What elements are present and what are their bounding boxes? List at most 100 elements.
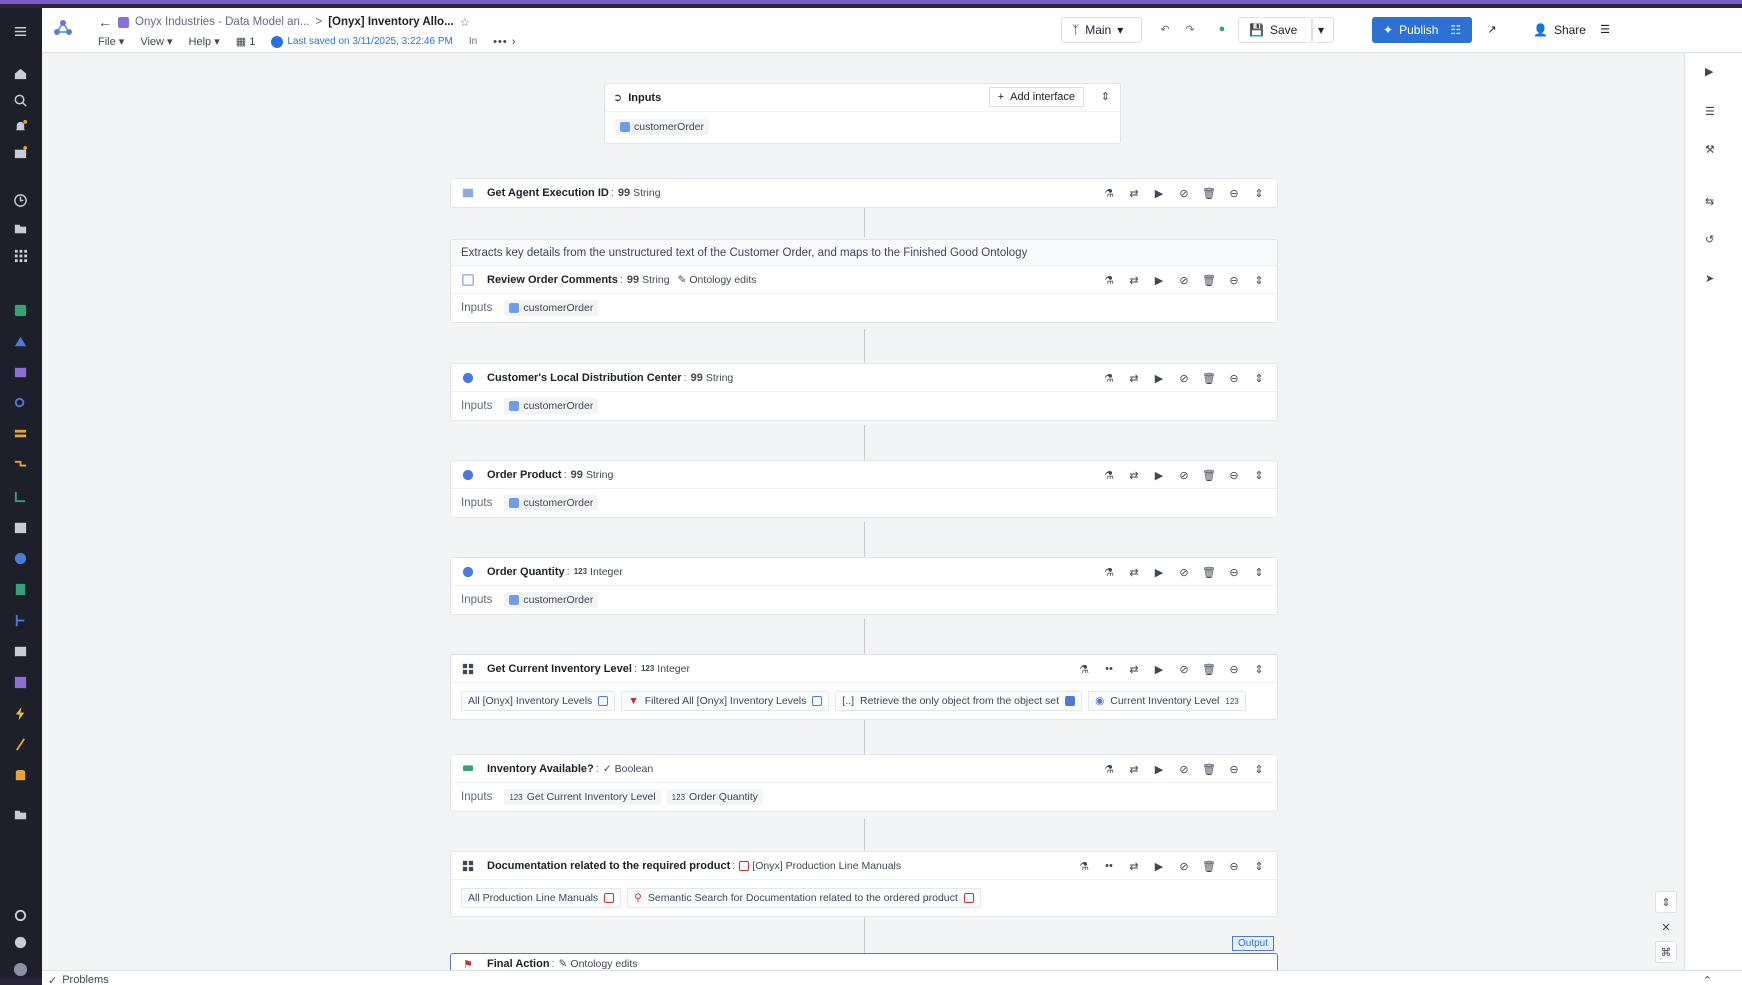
swap-icon[interactable]: ⇄	[1126, 272, 1142, 288]
app-purple-icon[interactable]	[11, 363, 29, 381]
swap-icon[interactable]: ⇄	[1126, 761, 1142, 777]
test-flask-icon[interactable]: ⚗	[1101, 761, 1117, 777]
input-chip[interactable]: 123 Get Current Inventory Level	[504, 789, 661, 805]
input-chip-customerorder[interactable]: customerOrder	[615, 119, 710, 135]
swap-icon[interactable]: ⇄	[1126, 185, 1142, 201]
delete-icon[interactable]: 🗑	[1201, 370, 1217, 386]
run-icon[interactable]: ▶	[1151, 370, 1167, 386]
test-flask-icon[interactable]: ⚗	[1076, 661, 1092, 677]
add-interface-button[interactable]: + Add interface	[988, 87, 1084, 107]
pipeline-step[interactable]: ▼ Filtered All [Onyx] Inventory Levels	[621, 691, 830, 711]
block-review-order-comments[interactable]: Extracts key details from the unstructur…	[450, 239, 1278, 323]
help-icon[interactable]	[11, 933, 29, 951]
input-chip[interactable]: customerOrder	[504, 398, 599, 414]
rocket-icon[interactable]: ➤	[1705, 272, 1721, 288]
test-flask-icon[interactable]: ⚗	[1101, 467, 1117, 483]
disable-icon[interactable]: ⊖	[1226, 761, 1242, 777]
collapse-icon[interactable]: ⇕	[1251, 185, 1267, 201]
delete-icon[interactable]: 🗑	[1201, 858, 1217, 874]
eye-off-icon[interactable]: ⊘	[1176, 661, 1192, 677]
branch-selector[interactable]: ᛉ Main ▾	[1061, 17, 1142, 43]
app-image-icon[interactable]	[11, 642, 29, 660]
collapse-icon[interactable]: ⇕	[1251, 467, 1267, 483]
disable-icon[interactable]: ⊖	[1226, 370, 1242, 386]
run-icon[interactable]: ▶	[1151, 661, 1167, 677]
delete-icon[interactable]: 🗑	[1201, 661, 1217, 677]
run-icon[interactable]: ▶	[1151, 564, 1167, 580]
app-sheet-icon[interactable]	[11, 580, 29, 598]
swap-icon[interactable]: ⇄	[1126, 858, 1142, 874]
search-icon[interactable]	[11, 91, 29, 109]
app-slash-icon[interactable]	[11, 735, 29, 753]
save-options-dropdown[interactable]: ▾	[1312, 17, 1334, 43]
swap-icon[interactable]: ⇄	[1126, 467, 1142, 483]
arrow-left-icon[interactable]: ←	[98, 14, 112, 30]
collapse-icon[interactable]: ⇕	[1251, 564, 1267, 580]
share-button[interactable]: 👤 Share	[1523, 17, 1587, 43]
branch-diff-icon[interactable]: ⇆	[1705, 195, 1721, 211]
hammer-icon[interactable]: ⚒	[1705, 143, 1721, 159]
delete-icon[interactable]: 🗑	[1201, 761, 1217, 777]
disable-icon[interactable]: ⊖	[1226, 858, 1242, 874]
block-customers-local-distribution-center[interactable]: Customer's Local Distribution Center: 99…	[450, 363, 1278, 421]
pipeline-step[interactable]: All Production Line Manuals	[461, 888, 622, 908]
play-icon[interactable]: ▶	[1705, 65, 1721, 81]
publish-button[interactable]: ✦ Publish ☷	[1372, 17, 1472, 43]
swap-icon[interactable]: ⇄	[1126, 370, 1142, 386]
eye-off-icon[interactable]: ⊘	[1176, 761, 1192, 777]
test-flask-icon[interactable]: ⚗	[1101, 272, 1117, 288]
fit-view-icon[interactable]: ⇕	[1655, 891, 1677, 913]
bell-icon[interactable]	[11, 117, 29, 135]
disable-icon[interactable]: ⊖	[1226, 467, 1242, 483]
home-icon[interactable]	[11, 64, 29, 82]
run-icon[interactable]: ▶	[1151, 467, 1167, 483]
app-search-icon[interactable]	[11, 394, 29, 412]
input-chip[interactable]: customerOrder	[504, 300, 599, 316]
disable-icon[interactable]: ⊖	[1226, 272, 1242, 288]
block-order-quantity[interactable]: Order Quantity: 123 Integer ⚗ ⇄ ▶ ⊘ 🗑 ⊖ ⇕…	[450, 557, 1278, 615]
app-branch-icon[interactable]	[11, 611, 29, 629]
block-order-product[interactable]: Order Product: 99 String ⚗ ⇄ ▶ ⊘ 🗑 ⊖ ⇕ In…	[450, 460, 1278, 518]
app-calendar-icon[interactable]	[11, 518, 29, 536]
disable-icon[interactable]: ⊖	[1226, 564, 1242, 580]
input-chip[interactable]: customerOrder	[504, 592, 599, 608]
star-icon[interactable]: ☆	[460, 15, 470, 29]
run-icon[interactable]: ▶	[1151, 185, 1167, 201]
breadcrumb-current[interactable]: [Onyx] Inventory Allo...	[328, 16, 453, 28]
block-inventory-available[interactable]: Inventory Available?: ✓ Boolean ⚗ ⇄ ▶ ⊘ 🗑…	[450, 754, 1278, 812]
apps-grid-icon[interactable]	[11, 246, 29, 264]
app-orange-icon[interactable]	[11, 425, 29, 443]
block-get-current-inventory-level[interactable]: Get Current Inventory Level: 123 Integer …	[450, 654, 1278, 720]
eye-off-icon[interactable]: ⊘	[1176, 858, 1192, 874]
pipeline-step[interactable]: All [Onyx] Inventory Levels	[461, 691, 616, 711]
swap-icon[interactable]: ⇄	[1126, 661, 1142, 677]
test-flask-icon[interactable]: ⚗	[1101, 564, 1117, 580]
more-dots-icon[interactable]: ••	[1101, 858, 1117, 874]
expand-collapse-icon[interactable]: ⇕	[1101, 90, 1110, 103]
collapse-icon[interactable]: ⇕	[1251, 370, 1267, 386]
app-bolt-icon[interactable]	[11, 704, 29, 722]
history-icon[interactable]: ↺	[1705, 233, 1721, 249]
block-documentation-related-to-product[interactable]: Documentation related to the required pr…	[450, 851, 1278, 917]
menu-view[interactable]: View ▾	[140, 35, 172, 48]
swap-icon[interactable]: ⇄	[1126, 564, 1142, 580]
app-globe-icon[interactable]	[11, 549, 29, 567]
publish-settings-icon[interactable]: ☷	[1450, 23, 1461, 37]
delete-icon[interactable]: 🗑	[1201, 564, 1217, 580]
block-get-agent-execution-id[interactable]: Get Agent Execution ID: 99 String ⚗ ⇄ ▶ ⊘…	[450, 178, 1278, 208]
collapse-icon[interactable]: ⇕	[1251, 761, 1267, 777]
open-external-icon[interactable]: ↗	[1484, 21, 1500, 37]
run-icon[interactable]: ▶	[1151, 272, 1167, 288]
collapse-icon[interactable]: ⇕	[1251, 858, 1267, 874]
problems-button[interactable]: Problems	[62, 974, 108, 985]
delete-icon[interactable]: 🗑	[1201, 272, 1217, 288]
collapse-icon[interactable]: ⇕	[1251, 661, 1267, 677]
redo-icon[interactable]: ↷	[1182, 21, 1198, 37]
branches-count[interactable]: ▦ 1	[236, 35, 256, 48]
avatar[interactable]	[11, 960, 29, 978]
test-flask-icon[interactable]: ⚗	[1101, 185, 1117, 201]
run-icon[interactable]: ▶	[1151, 761, 1167, 777]
list-icon[interactable]: ☰	[1597, 21, 1613, 37]
expand-panel-icon[interactable]: ⌃	[1703, 974, 1712, 985]
input-chip[interactable]: customerOrder	[504, 495, 599, 511]
